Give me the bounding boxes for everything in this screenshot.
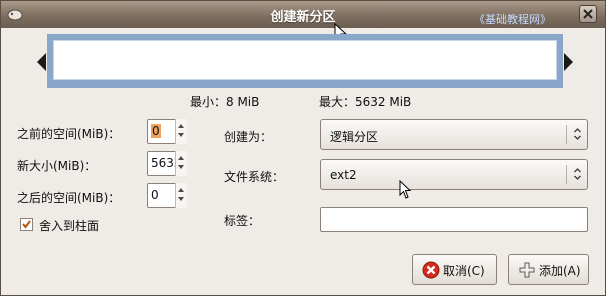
add-button-label: 添加(A) (539, 264, 581, 278)
space-after-label: 之后的空间(MiB)： (17, 191, 121, 205)
close-icon (583, 9, 593, 19)
watermark: 《基础教程网》 (474, 13, 551, 26)
create-partition-dialog: 创建新分区 《基础教程网》 最小：8 MiB 最大：5632 MiB 之前的空间… (0, 0, 606, 296)
space-before-label: 之前的空间(MiB)： (17, 127, 121, 141)
round-to-cylinders-checkbox[interactable] (20, 218, 33, 231)
checkmark-icon (22, 220, 31, 229)
filesystem-value: ext2 (330, 168, 357, 182)
resize-right-handle[interactable] (564, 53, 573, 71)
round-to-cylinders-label[interactable]: 舍入到柱面 (39, 217, 99, 234)
space-before-value[interactable]: 0 (151, 124, 161, 138)
create-as-value: 逻辑分区 (330, 130, 379, 144)
resize-left-handle[interactable] (37, 53, 46, 71)
cancel-button[interactable]: 取消(C) (412, 254, 497, 285)
chevron-updown-icon (574, 168, 581, 180)
add-icon (519, 262, 535, 278)
partition-graph[interactable] (47, 34, 563, 88)
partition-label-label: 标签： (224, 214, 261, 228)
new-size-stepper[interactable] (175, 151, 187, 176)
add-button[interactable]: 添加(A) (508, 254, 589, 285)
space-before-stepper[interactable] (175, 119, 187, 144)
space-after-spinbox[interactable]: 0 (147, 183, 187, 208)
close-button[interactable] (579, 5, 597, 23)
mouse-pointer-icon (399, 180, 412, 199)
new-size-label: 新大小(MiB)： (17, 159, 97, 173)
space-before-spinbox[interactable]: 0 (147, 119, 187, 144)
space-after-value[interactable]: 0 (151, 188, 159, 202)
create-as-label: 创建为： (224, 130, 273, 144)
partition-bar (53, 40, 557, 80)
new-size-spinbox[interactable]: 5632 (147, 151, 187, 176)
space-after-stepper[interactable] (175, 183, 187, 208)
partition-label-input[interactable] (320, 207, 588, 232)
cancel-icon (422, 261, 440, 279)
cancel-button-label: 取消(C) (443, 264, 485, 278)
title-bar[interactable]: 创建新分区 《基础教程网》 (1, 1, 605, 28)
filesystem-label: 文件系统： (224, 170, 285, 184)
max-size-label: 最大：5632 MiB (319, 95, 412, 109)
chevron-updown-icon (574, 128, 581, 140)
partition-resizer[interactable] (37, 34, 573, 88)
filesystem-combobox[interactable]: ext2 (320, 159, 588, 190)
create-as-combobox[interactable]: 逻辑分区 (320, 119, 588, 150)
min-size-label: 最小：8 MiB (190, 95, 260, 109)
